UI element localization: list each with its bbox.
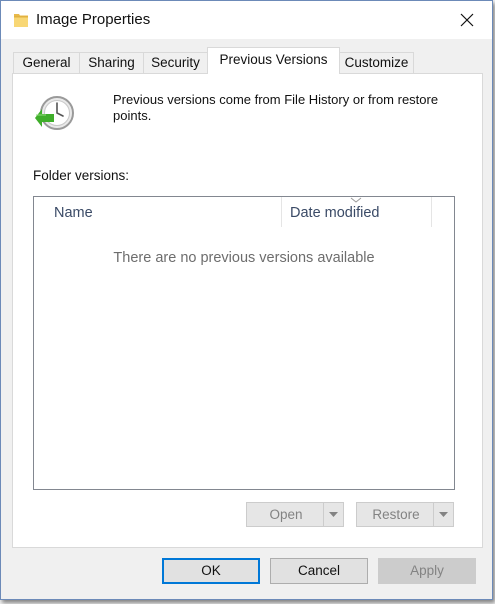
sort-descending-icon <box>350 197 362 203</box>
open-dropdown-arrow[interactable] <box>323 503 343 526</box>
restore-button-label: Restore <box>372 507 420 522</box>
restore-dropdown-arrow[interactable] <box>433 503 453 526</box>
cancel-button[interactable]: Cancel <box>270 558 368 584</box>
chevron-down-icon <box>439 511 448 517</box>
apply-button[interactable]: Apply <box>378 558 476 584</box>
empty-list-message: There are no previous versions available <box>113 250 375 266</box>
properties-dialog: Image Properties General Sharing Securit… <box>0 0 493 600</box>
window-title: Image Properties <box>36 11 151 28</box>
tab-sharing[interactable]: Sharing <box>79 52 144 73</box>
previous-versions-panel: Previous versions come from File History… <box>12 73 483 548</box>
tab-customize[interactable]: Customize <box>339 52 414 73</box>
folder-icon <box>14 14 28 27</box>
open-button[interactable]: Open <box>246 502 344 527</box>
tab-general[interactable]: General <box>13 52 80 73</box>
title-bar: Image Properties <box>1 1 492 39</box>
versions-list[interactable]: Name Date modified There are no previous… <box>33 196 455 490</box>
tab-security[interactable]: Security <box>143 52 208 73</box>
chevron-down-icon <box>329 511 338 517</box>
close-icon <box>460 13 474 27</box>
close-button[interactable] <box>452 7 482 33</box>
column-header-name[interactable]: Name <box>34 197 282 227</box>
ok-button[interactable]: OK <box>162 558 260 584</box>
info-text: Previous versions come from File History… <box>113 92 439 123</box>
clock-restore-icon <box>35 96 74 130</box>
open-button-label: Open <box>269 507 303 522</box>
folder-versions-label: Folder versions: <box>33 168 130 183</box>
restore-button[interactable]: Restore <box>356 502 454 527</box>
tab-previous-versions[interactable]: Previous Versions <box>207 47 340 74</box>
